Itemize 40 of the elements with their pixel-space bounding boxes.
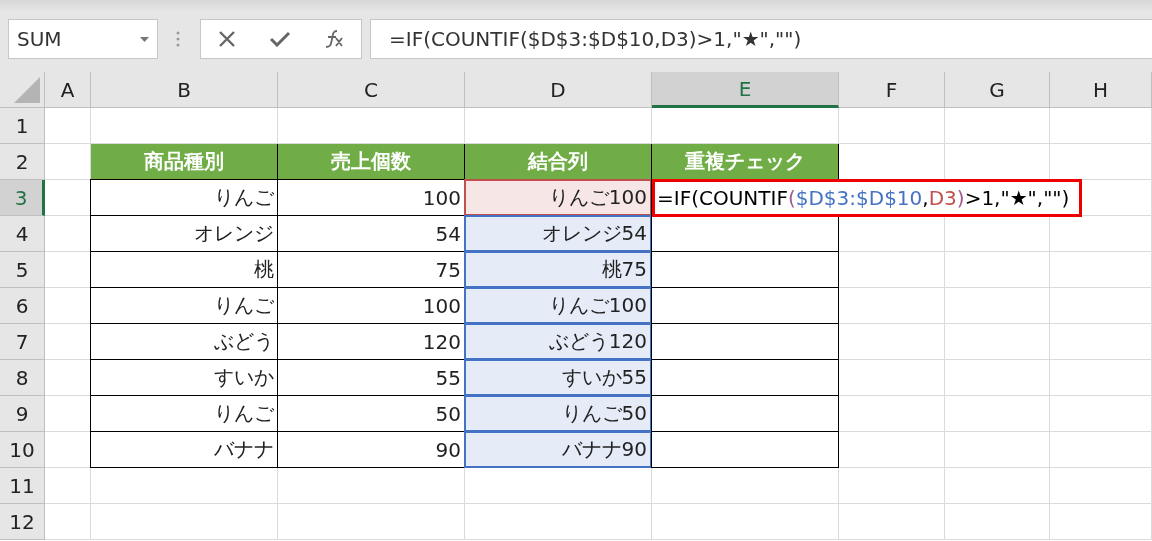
formula-editor[interactable]: =IF(COUNTIF($D$3:$D$10,D3)>1,"★","") (652, 179, 1082, 217)
row-header[interactable]: 8 (0, 360, 45, 396)
column-header[interactable]: D (465, 72, 652, 108)
row-header[interactable]: 7 (0, 324, 45, 360)
table-cell: りんご (90, 179, 278, 216)
table-cell: バナナ90 (464, 431, 652, 468)
row-header[interactable]: 1 (0, 108, 45, 144)
table-cell: すいか55 (464, 359, 652, 396)
table-cell: りんご (90, 395, 278, 432)
row-header[interactable]: 6 (0, 288, 45, 324)
row-header[interactable]: 4 (0, 216, 45, 252)
table-cell: りんご50 (464, 395, 652, 432)
column-header[interactable]: C (278, 72, 465, 108)
row-header[interactable]: 5 (0, 252, 45, 288)
formula-field[interactable]: =IF(COUNTIF($D$3:$D$10,D3)>1,"★","") (370, 19, 1152, 59)
check-icon[interactable] (270, 31, 290, 47)
column-header[interactable]: E (652, 72, 839, 108)
row-header[interactable]: 11 (0, 468, 45, 504)
close-icon[interactable] (218, 31, 235, 47)
column-header[interactable]: F (839, 72, 945, 108)
row-header[interactable]: 3 (0, 180, 45, 216)
table-cell: オレンジ54 (464, 215, 652, 252)
table-cell: ぶどう120 (464, 323, 652, 360)
table-cell: りんご (90, 287, 278, 324)
table-cell: りんご100 (464, 179, 652, 216)
column-header[interactable]: G (945, 72, 1050, 108)
table-cell: りんご100 (464, 287, 652, 324)
column-header[interactable]: H (1050, 72, 1152, 108)
dropdown-caret-icon[interactable] (140, 36, 149, 42)
column-header[interactable]: A (45, 72, 91, 108)
grip-icon (176, 31, 180, 47)
row-header[interactable]: 10 (0, 432, 45, 468)
row-header[interactable]: 9 (0, 396, 45, 432)
row-header[interactable]: 2 (0, 144, 45, 180)
column-header[interactable]: B (91, 72, 278, 108)
table-cell: バナナ (90, 431, 278, 468)
name-box[interactable]: SUM (8, 19, 158, 59)
function-icon[interactable] (325, 30, 344, 48)
table-cell: 桃75 (464, 251, 652, 288)
row-header[interactable]: 12 (0, 504, 45, 540)
